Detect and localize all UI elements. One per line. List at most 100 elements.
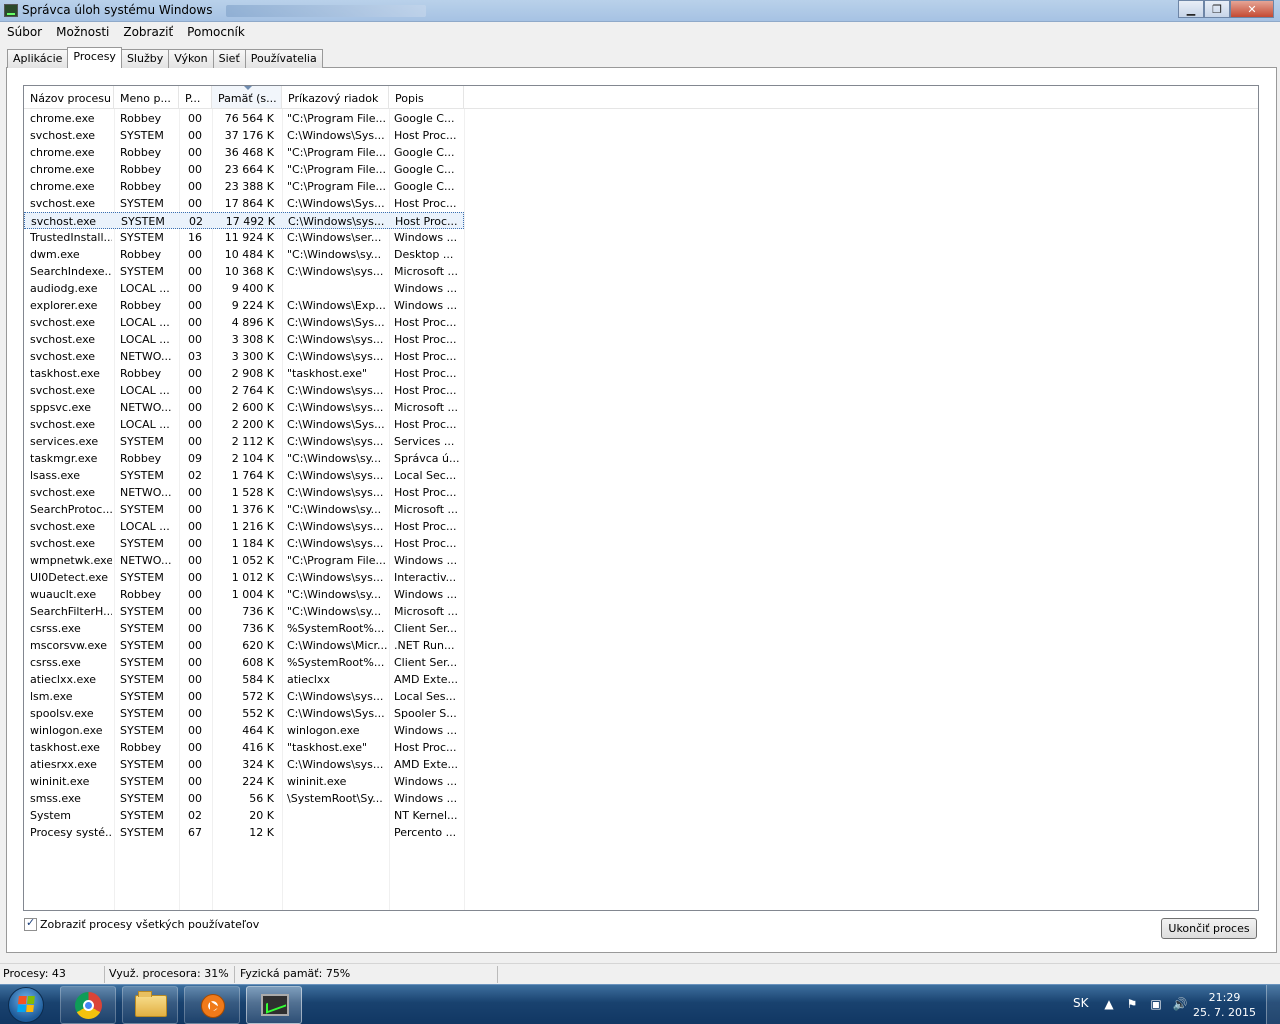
table-row[interactable]: Procesy systé... SYSTEM 67 12 K Percento ... <box>24 824 464 841</box>
table-row[interactable]: dwm.exe Robbey 00 10 484 K "C:\Windows\sy...… <box>24 246 464 263</box>
user-name-cell: LOCAL ... <box>120 520 170 533</box>
table-row[interactable]: lsass.exe SYSTEM 02 1 764 K C:\Windows\sys..… <box>24 467 464 484</box>
table-row[interactable]: SearchFilterH... SYSTEM 00 736 K "C:\Windows… <box>24 603 464 620</box>
table-row[interactable]: System SYSTEM 02 20 K NT Kernel... <box>24 807 464 824</box>
command-line-cell: \SystemRoot\Sy... <box>287 792 383 805</box>
description-cell: Windows ... <box>394 299 458 312</box>
table-row[interactable]: taskhost.exe Robbey 00 2 908 K "taskhost.exe… <box>24 365 464 382</box>
table-row[interactable]: svchost.exe NETWO... 03 3 300 K C:\Windows\s… <box>24 348 464 365</box>
cpu-cell: 09 <box>188 452 202 465</box>
process-name-cell: SearchFilterH... <box>30 605 112 618</box>
command-line-cell: C:\Windows\sys... <box>287 350 384 363</box>
table-row[interactable]: SearchIndexe... SYSTEM 00 10 368 K C:\Window… <box>24 263 464 280</box>
start-button[interactable] <box>2 986 52 1024</box>
command-line-cell: wininit.exe <box>287 775 347 788</box>
language-indicator[interactable]: SK <box>1073 996 1089 1010</box>
table-row[interactable]: svchost.exe SYSTEM 02 17 492 K C:\Windows\sy… <box>24 212 464 229</box>
table-row[interactable]: svchost.exe LOCAL ... 00 2 200 K C:\Windows\… <box>24 416 464 433</box>
tab-services[interactable]: Služby <box>120 49 170 68</box>
table-row[interactable]: spoolsv.exe SYSTEM 00 552 K C:\Windows\Sys..… <box>24 705 464 722</box>
table-row[interactable]: wmpnetwk.exe NETWO... 00 1 052 K "C:\Program… <box>24 552 464 569</box>
table-row[interactable]: smss.exe SYSTEM 00 56 K \SystemRoot\Sy... Win… <box>24 790 464 807</box>
cpu-cell: 00 <box>188 690 202 703</box>
clock[interactable]: 21:29 25. 7. 2015 <box>1193 990 1256 1020</box>
memory-cell: 9 224 K <box>231 299 274 312</box>
column-header-user-name[interactable]: Meno p... <box>114 86 179 108</box>
table-row[interactable]: UI0Detect.exe SYSTEM 00 1 012 K C:\Windows\s… <box>24 569 464 586</box>
table-row[interactable]: sppsvc.exe NETWO... 00 2 600 K C:\Windows\sy… <box>24 399 464 416</box>
show-all-users-option[interactable]: Zobraziť procesy všetkých používateľov <box>24 916 259 931</box>
tab-users[interactable]: Používatelia <box>244 49 323 68</box>
tab-applications[interactable]: Aplikácie <box>7 49 69 68</box>
table-row[interactable]: svchost.exe SYSTEM 00 37 176 K C:\Windows\Sy… <box>24 127 464 144</box>
taskbar-task-manager[interactable] <box>246 986 302 1024</box>
column-header-description[interactable]: Popis <box>389 86 464 108</box>
tab-performance[interactable]: Výkon <box>168 49 214 68</box>
memory-cell: 17 864 K <box>224 197 274 210</box>
menu-view[interactable]: Zobraziť <box>116 22 180 42</box>
table-row[interactable]: audiodg.exe LOCAL ... 00 9 400 K Windows ... <box>24 280 464 297</box>
command-line-cell: "C:\Windows\sy... <box>287 605 382 618</box>
table-row[interactable]: lsm.exe SYSTEM 00 572 K C:\Windows\sys... Loc… <box>24 688 464 705</box>
title-bar[interactable]: Správca úloh systému Windows ▁ ❐ ✕ <box>0 0 1280 22</box>
taskbar-explorer[interactable] <box>122 986 178 1024</box>
column-divider <box>464 109 465 910</box>
menu-help[interactable]: Pomocník <box>180 22 252 42</box>
memory-cell: 10 484 K <box>224 248 274 261</box>
table-row[interactable]: chrome.exe Robbey 00 23 664 K "C:\Program Fi… <box>24 161 464 178</box>
description-cell: Host Proc... <box>394 350 457 363</box>
column-header-image-name[interactable]: Názov procesu <box>24 86 114 108</box>
table-row[interactable]: svchost.exe LOCAL ... 00 2 764 K C:\Windows\… <box>24 382 464 399</box>
table-row[interactable]: chrome.exe Robbey 00 36 468 K "C:\Program Fi… <box>24 144 464 161</box>
taskbar-media-player[interactable] <box>184 986 240 1024</box>
table-row[interactable]: svchost.exe SYSTEM 00 17 864 K C:\Windows\Sy… <box>24 195 464 212</box>
table-row[interactable]: taskhost.exe Robbey 00 416 K "taskhost.exe" H… <box>24 739 464 756</box>
table-row[interactable]: services.exe SYSTEM 00 2 112 K C:\Windows\sy… <box>24 433 464 450</box>
table-row[interactable]: svchost.exe LOCAL ... 00 4 896 K C:\Windows\… <box>24 314 464 331</box>
status-bar: Procesy: 43 Využ. procesora: 31% Fyzická… <box>0 963 1280 984</box>
table-row[interactable]: svchost.exe LOCAL ... 00 1 216 K C:\Windows\… <box>24 518 464 535</box>
process-name-cell: csrss.exe <box>30 656 81 669</box>
table-row[interactable]: csrss.exe SYSTEM 00 608 K %SystemRoot%... Cli… <box>24 654 464 671</box>
tab-processes[interactable]: Procesy <box>67 47 122 68</box>
show-all-users-checkbox[interactable] <box>24 916 37 931</box>
show-hidden-icons-icon[interactable]: ▲ <box>1101 997 1117 1011</box>
menu-options[interactable]: Možnosti <box>49 22 116 42</box>
column-header-cpu[interactable]: P... <box>179 86 212 108</box>
taskbar-chrome[interactable] <box>60 986 116 1024</box>
table-row[interactable]: taskmgr.exe Robbey 09 2 104 K "C:\Windows\sy… <box>24 450 464 467</box>
cpu-cell: 00 <box>188 129 202 142</box>
table-row[interactable]: wuauclt.exe Robbey 00 1 004 K "C:\Windows\sy… <box>24 586 464 603</box>
process-list[interactable]: Názov procesu Meno p... P... Pamäť (s...… <box>23 85 1259 911</box>
table-row[interactable]: svchost.exe LOCAL ... 00 3 308 K C:\Windows\… <box>24 331 464 348</box>
table-row[interactable]: atiesrxx.exe SYSTEM 00 324 K C:\Windows\sys.… <box>24 756 464 773</box>
column-header-command-line[interactable]: Príkazový riadok <box>282 86 389 108</box>
minimize-button[interactable]: ▁ <box>1178 0 1204 18</box>
cpu-cell: 00 <box>188 554 202 567</box>
end-process-button[interactable]: Ukončiť proces <box>1161 918 1257 939</box>
table-row[interactable]: SearchProtoc... SYSTEM 00 1 376 K "C:\Window… <box>24 501 464 518</box>
memory-cell: 2 908 K <box>231 367 274 380</box>
table-row[interactable]: svchost.exe NETWO... 00 1 528 K C:\Windows\s… <box>24 484 464 501</box>
menu-file[interactable]: Súbor <box>0 22 49 42</box>
user-name-cell: LOCAL ... <box>120 333 170 346</box>
show-desktop-button[interactable] <box>1266 985 1280 1024</box>
close-button[interactable]: ✕ <box>1230 0 1274 18</box>
command-line-cell: C:\Windows\sys... <box>287 690 384 703</box>
table-row[interactable]: chrome.exe Robbey 00 76 564 K "C:\Program Fi… <box>24 110 464 127</box>
tab-networking[interactable]: Sieť <box>212 49 246 68</box>
volume-icon[interactable]: 🔊 <box>1172 997 1188 1011</box>
table-row[interactable]: TrustedInstall... SYSTEM 16 11 924 K C:\Wind… <box>24 229 464 246</box>
maximize-button[interactable]: ❐ <box>1204 0 1230 18</box>
process-name-cell: wininit.exe <box>30 775 90 788</box>
table-row[interactable]: chrome.exe Robbey 00 23 388 K "C:\Program Fi… <box>24 178 464 195</box>
table-row[interactable]: svchost.exe SYSTEM 00 1 184 K C:\Windows\sys… <box>24 535 464 552</box>
table-row[interactable]: wininit.exe SYSTEM 00 224 K wininit.exe Windo… <box>24 773 464 790</box>
table-row[interactable]: mscorsvw.exe SYSTEM 00 620 K C:\Windows\Micr… <box>24 637 464 654</box>
table-row[interactable]: winlogon.exe SYSTEM 00 464 K winlogon.exe Win… <box>24 722 464 739</box>
network-icon[interactable]: ▣ <box>1148 997 1164 1011</box>
action-center-flag-icon[interactable]: ⚑ <box>1124 997 1140 1011</box>
table-row[interactable]: csrss.exe SYSTEM 00 736 K %SystemRoot%... Cli… <box>24 620 464 637</box>
table-row[interactable]: explorer.exe Robbey 00 9 224 K C:\Windows\Ex… <box>24 297 464 314</box>
table-row[interactable]: atieclxx.exe SYSTEM 00 584 K atieclxx AMD Ext… <box>24 671 464 688</box>
